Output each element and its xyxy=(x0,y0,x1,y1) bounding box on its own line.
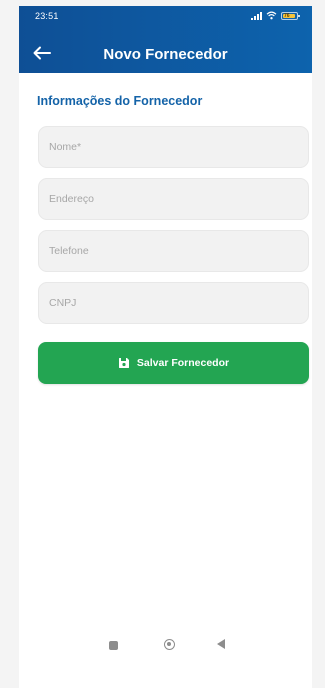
system-nav-bar xyxy=(19,636,312,658)
phone-screen: 23:51 76 Novo Fornecedor Informações do … xyxy=(19,6,312,688)
status-bar: 23:51 76 xyxy=(19,6,312,26)
endereco-input[interactable] xyxy=(38,178,309,220)
status-time: 23:51 xyxy=(35,11,59,21)
nome-input[interactable] xyxy=(38,126,309,168)
battery-icon: 76 xyxy=(281,11,300,20)
back-triangle-icon[interactable] xyxy=(217,639,225,649)
home-circle-icon[interactable] xyxy=(164,639,175,650)
battery-level: 76 xyxy=(284,12,290,19)
wifi-icon xyxy=(266,11,277,20)
page-title: Novo Fornecedor xyxy=(103,46,228,63)
cnpj-input[interactable] xyxy=(38,282,309,324)
signal-icon xyxy=(251,11,262,20)
status-icons: 76 xyxy=(251,10,300,21)
section-title: Informações do Fornecedor xyxy=(37,94,203,108)
save-supplier-button[interactable]: Salvar Fornecedor xyxy=(38,342,309,384)
save-button-label: Salvar Fornecedor xyxy=(136,357,230,369)
app-bar: 23:51 76 Novo Fornecedor xyxy=(19,6,312,73)
recents-square-icon[interactable] xyxy=(109,641,118,650)
telefone-input[interactable] xyxy=(38,230,309,272)
floppy-disk-icon xyxy=(118,358,129,368)
